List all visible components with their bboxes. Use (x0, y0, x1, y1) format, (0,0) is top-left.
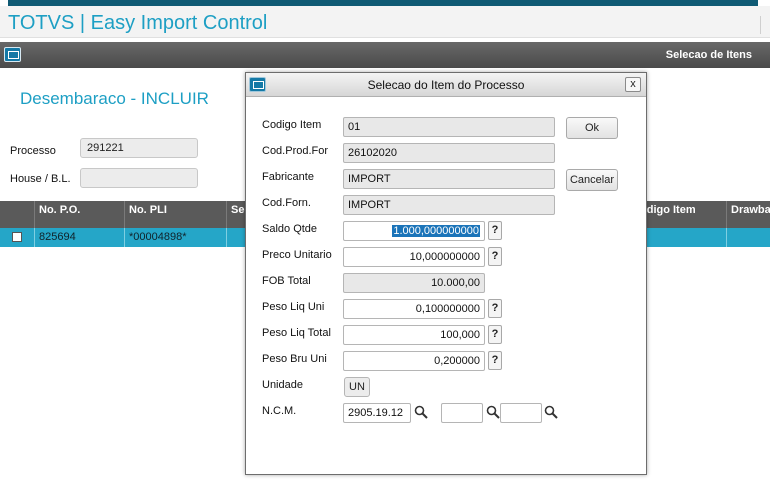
window-tab-bar: Selecao de Itens (0, 42, 770, 68)
cod-prod-for-label: Cod.Prod.For (262, 145, 329, 157)
peso-liq-uni-help-button[interactable]: ? (488, 299, 502, 318)
unidade-field[interactable]: UN (344, 377, 370, 397)
processo-label: Processo (10, 145, 56, 157)
row-po-cell: 825694 (34, 228, 124, 247)
window-icon[interactable] (4, 47, 21, 62)
row-pli-cell: *00004898* (124, 228, 226, 247)
row-checkbox[interactable] (12, 232, 22, 242)
close-button[interactable]: x (625, 77, 641, 92)
column-header[interactable]: No. PLI (124, 201, 226, 228)
app-title: TOTVS | Easy Import Control (8, 12, 268, 34)
dialog-titlebar: Selecao do Item do Processo x (246, 73, 646, 97)
cancel-button[interactable]: Cancelar (566, 169, 618, 191)
ncm-label: N.C.M. (262, 405, 297, 417)
codigo-item-label: Codigo Item (262, 119, 322, 131)
header-divider (760, 16, 761, 34)
search-icon[interactable] (486, 405, 500, 419)
app-header: TOTVS | Easy Import Control (0, 6, 770, 38)
fabricante-field[interactable]: IMPORT (343, 169, 555, 189)
ok-button[interactable]: Ok (566, 117, 618, 139)
saldo-qtde-field[interactable]: 1.000,000000000 (343, 221, 485, 241)
peso-liq-uni-field[interactable]: 0,100000000 (343, 299, 485, 319)
cod-forn-field[interactable]: IMPORT (343, 195, 555, 215)
cod-forn-label: Cod.Forn. (262, 197, 311, 209)
saldo-qtde-label: Saldo Qtde (262, 223, 318, 235)
ncm-field-3[interactable] (500, 403, 542, 423)
house-bl-label: House / B.L. (10, 173, 71, 185)
house-bl-field[interactable] (80, 168, 198, 188)
peso-bru-uni-field[interactable]: 0,200000 (343, 351, 485, 371)
row-drawback-cell (726, 228, 770, 247)
search-icon[interactable] (414, 405, 428, 419)
preco-unitario-help-button[interactable]: ? (488, 247, 502, 266)
search-icon[interactable] (544, 405, 558, 419)
codigo-item-field[interactable]: 01 (343, 117, 555, 137)
fob-total-field[interactable]: 10.000,00 (343, 273, 485, 293)
peso-liq-total-label: Peso Liq Total (262, 327, 331, 339)
ncm-field-2[interactable] (441, 403, 483, 423)
column-header[interactable]: Drawba (726, 201, 770, 228)
column-header[interactable]: No. P.O. (34, 201, 124, 228)
dialog-title: Selecao do Item do Processo (367, 78, 525, 92)
peso-liq-total-help-button[interactable]: ? (488, 325, 502, 344)
fob-total-label: FOB Total (262, 275, 311, 287)
column-header[interactable]: odigo Item (636, 201, 726, 228)
unidade-label: Unidade (262, 379, 303, 391)
peso-bru-uni-label: Peso Bru Uni (262, 353, 327, 365)
peso-bru-uni-help-button[interactable]: ? (488, 351, 502, 370)
saldo-qtde-value: 1.000,000000000 (392, 225, 480, 237)
fabricante-label: Fabricante (262, 171, 314, 183)
window-tab-title: Selecao de Itens (665, 49, 752, 61)
cod-prod-for-field[interactable]: 26102020 (343, 143, 555, 163)
ncm-field[interactable]: 2905.19.12 (343, 403, 411, 423)
processo-field[interactable]: 291221 (80, 138, 198, 158)
peso-liq-uni-label: Peso Liq Uni (262, 301, 325, 313)
item-selection-dialog: Selecao do Item do Processo x Codigo Ite… (245, 72, 647, 475)
preco-unitario-label: Preco Unitario (262, 249, 332, 261)
preco-unitario-field[interactable]: 10,000000000 (343, 247, 485, 267)
peso-liq-total-field[interactable]: 100,000 (343, 325, 485, 345)
page-title: Desembaraco - INCLUIR (20, 89, 209, 108)
row-item-cell: 0 (640, 228, 726, 247)
saldo-qtde-help-button[interactable]: ? (488, 221, 502, 240)
